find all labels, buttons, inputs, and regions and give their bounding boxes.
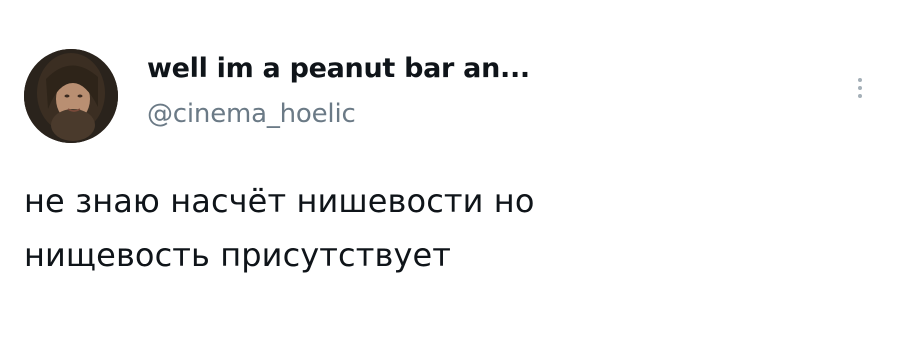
author-handle[interactable]: @cinema_hoelic	[147, 99, 356, 129]
user-avatar-photo[interactable]	[24, 49, 118, 143]
tweet-text-line: нищевость присутствует	[24, 236, 452, 274]
more-dot	[858, 78, 862, 82]
author-display-name[interactable]: well im a peanut bar an...	[147, 53, 530, 84]
tweet-text-line: не знаю насчёт нишевости но	[24, 182, 535, 220]
more-dot	[858, 94, 862, 98]
more-dot	[858, 86, 862, 90]
tweet-text: не знаю насчёт нишевости но нищевость пр…	[24, 174, 864, 282]
avatar-image	[24, 49, 118, 143]
tweet-card: well im a peanut bar an... @cinema_hoeli…	[0, 0, 900, 360]
more-options-icon[interactable]	[848, 72, 872, 108]
